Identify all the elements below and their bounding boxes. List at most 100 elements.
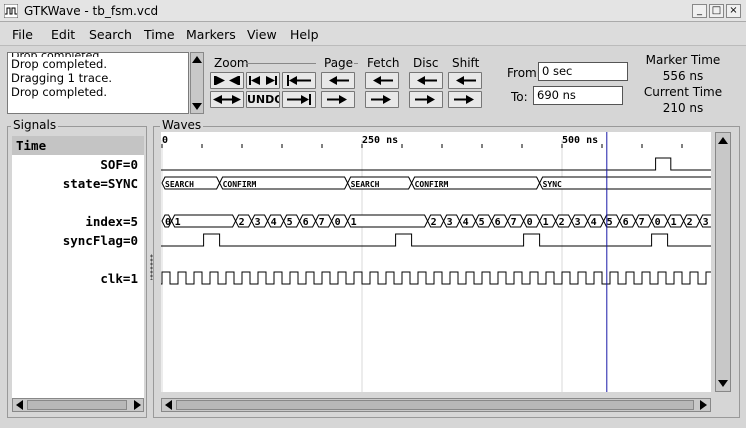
from-time-field[interactable]: 0 sec [538,62,628,81]
index-bus-value: 6 [303,217,309,228]
status-log: Drop completed. Drop completed. Dragging… [7,52,189,114]
index-bus-value: 3 [255,217,261,228]
scroll-up-icon[interactable] [191,54,203,66]
signal-row-syncflag[interactable]: syncFlag=0 [12,231,144,250]
state-bus-value: CONFIRM [415,180,449,189]
zoom-out-button[interactable] [210,91,244,108]
waves-hscrollbar[interactable] [161,398,711,412]
zoom-to-end-icon [287,94,311,105]
arrow-right-icon [371,95,391,104]
zoom-in-button[interactable] [246,72,280,89]
zoom-group-label: Zoom [214,56,249,70]
signal-row-state[interactable]: state=SYNC [12,174,144,193]
scroll-right-icon[interactable] [697,399,709,411]
window-title: GTKWave - tb_fsm.vcd [24,4,159,18]
fetch-left-button[interactable] [365,72,399,89]
log-line: Dragging 1 trace. [11,71,112,85]
log-line: Drop completed. [11,85,107,99]
menu-search[interactable]: Search [89,27,132,42]
signal-row-index[interactable]: index=5 [12,212,144,231]
index-bus-value: 1 [351,217,357,228]
syncflag-waveform [161,233,711,247]
waveform-area[interactable]: 0 250 ns 500 ns SEARCH CONFIRM SEARCH CONFIRM S… [161,132,711,392]
signal-row-blank[interactable] [12,250,144,269]
current-time-label: Current Time [643,85,723,99]
index-bus-value: 0 [335,217,341,228]
page-left-button[interactable] [321,72,355,89]
zoom-fit-button[interactable] [210,72,244,89]
scroll-down-icon[interactable] [716,376,730,390]
signals-panel-label: Signals [11,118,59,132]
menu-help[interactable]: Help [290,27,319,42]
arrow-left-icon [329,76,349,85]
menu-file[interactable]: File [12,27,33,42]
index-bus-value: 4 [591,217,597,228]
signal-row-clk[interactable]: clk=1 [12,269,144,288]
index-bus-segment [347,214,429,228]
zoom-to-end-button[interactable] [282,91,316,108]
shift-right-button[interactable] [448,91,482,108]
close-icon: × [729,5,738,16]
index-bus-value: 2 [239,217,245,228]
signal-row-time[interactable]: Time [12,136,144,155]
zoom-fit-icon [214,76,240,85]
index-bus-value: 5 [607,217,613,228]
scroll-down-icon[interactable] [191,100,203,112]
index-bus-value: 5 [479,217,485,228]
signals-hscroll-thumb[interactable] [27,400,127,410]
page-group-line [354,63,358,64]
maximize-button[interactable]: □ [709,4,724,18]
title-bar: GTKWave - tb_fsm.vcd _ □ × [0,0,746,22]
maximize-icon: □ [711,5,722,16]
menu-time[interactable]: Time [144,27,175,42]
signal-row-sof[interactable]: SOF=0 [12,155,144,174]
index-bus-value: 3 [447,217,453,228]
fetch-group-label: Fetch [367,56,400,70]
log-line: Drop completed. [11,57,107,71]
index-bus-segment [171,214,237,228]
menu-markers[interactable]: Markers [186,27,236,42]
arrow-right-icon [327,95,347,104]
close-button[interactable]: × [726,4,741,18]
arrow-left-icon [417,76,437,85]
menu-view[interactable]: View [247,27,277,42]
index-bus-value: 3 [703,217,709,228]
page-right-button[interactable] [321,91,355,108]
arrow-right-icon [454,95,474,104]
index-bus-value: 3 [575,217,581,228]
sof-waveform [161,157,711,171]
from-label: From: [507,66,541,80]
log-scrollbar[interactable] [190,52,204,114]
state-bus-value: SEARCH [351,180,380,189]
signal-row-blank[interactable] [12,193,144,212]
scroll-left-icon[interactable] [14,399,26,411]
index-bus-value: 7 [639,217,645,228]
waveform-canvas[interactable]: 0 250 ns 500 ns SEARCH CONFIRM SEARCH CONFIRM S… [161,132,711,392]
zoom-to-start-icon [287,75,311,86]
fetch-right-button[interactable] [365,91,399,108]
waves-vscrollbar[interactable] [715,132,731,392]
index-bus-value: 6 [623,217,629,228]
waves-hscroll-thumb[interactable] [176,400,694,410]
disc-right-button[interactable] [409,91,443,108]
zoom-to-start-button[interactable] [282,72,316,89]
arrow-left-icon [456,76,476,85]
current-time-value: 210 ns [662,101,704,115]
signals-hscrollbar[interactable] [12,398,144,412]
minimize-button[interactable]: _ [692,4,707,18]
zoom-out-icon [213,95,241,104]
shift-group-label: Shift [452,56,480,70]
scroll-left-icon[interactable] [163,399,175,411]
menu-edit[interactable]: Edit [51,27,75,42]
scroll-up-icon[interactable] [716,134,730,148]
time-tick-label: 500 ns [562,135,598,146]
shift-left-button[interactable] [448,72,482,89]
zoom-in-icon [249,76,277,85]
to-time-field[interactable]: 690 ns [533,86,623,105]
disc-left-button[interactable] [409,72,443,89]
menu-bar: File Edit Search Time Markers View Help [0,22,746,46]
index-bus-value: 6 [495,217,501,228]
scroll-right-icon[interactable] [131,399,143,411]
undo-zoom-button[interactable]: UNDO [246,91,280,108]
clk-waveform [161,271,711,285]
